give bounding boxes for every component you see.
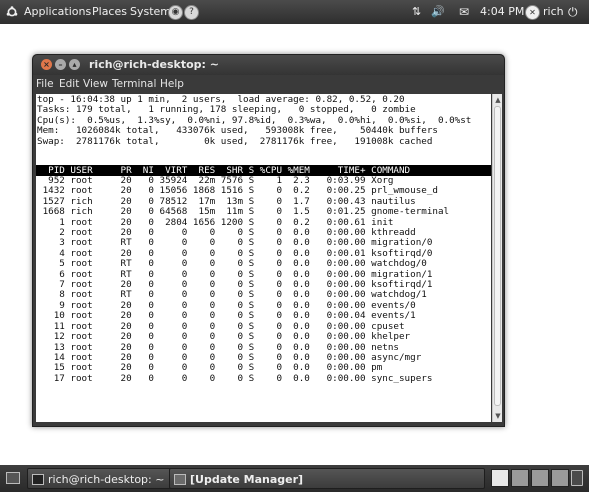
- menu-view[interactable]: View: [83, 75, 108, 93]
- workspace-2-icon[interactable]: [511, 469, 529, 487]
- desktop-screen: Applications Places System ◉ ? ⇅ 🔊 ✉ 4:0…: [0, 0, 589, 492]
- menu-applications[interactable]: Applications: [24, 0, 91, 24]
- show-desktop-icon[interactable]: [6, 472, 20, 484]
- top-summary: top - 16:04:38 up 1 min, 2 users, load a…: [37, 94, 471, 147]
- process-row: 17 root 20 0 0 0 0 S 0 0.0 0:00.00 sync_…: [37, 372, 433, 384]
- menu-terminal[interactable]: Terminal: [112, 75, 156, 93]
- ubuntu-logo-icon[interactable]: [6, 6, 18, 18]
- process-row: 12 root 20 0 0 0 0 S 0 0.0 0:00.00 khelp…: [37, 331, 411, 343]
- help-icon[interactable]: ?: [184, 5, 199, 20]
- terminal-menubar: File Edit View Terminal Help: [33, 75, 504, 93]
- workspace-switcher-icon[interactable]: [491, 469, 509, 487]
- bottom-panel: rich@rich-desktop: ~ [Update Manager]: [0, 465, 589, 492]
- taskbar-item-update-manager[interactable]: [Update Manager]: [169, 468, 485, 489]
- process-table: 952 root 20 0 35924 22m 7576 S 1 2.3 0:0…: [37, 175, 450, 384]
- menu-help[interactable]: Help: [160, 75, 184, 93]
- terminal-output[interactable]: top - 16:04:38 up 1 min, 2 users, load a…: [36, 94, 491, 422]
- scroll-up-icon[interactable]: ▲: [494, 96, 502, 104]
- workspace-3-icon[interactable]: [531, 469, 549, 487]
- menu-edit[interactable]: Edit: [59, 75, 79, 93]
- trash-icon[interactable]: [571, 470, 583, 486]
- window-title: rich@rich-desktop: ~: [89, 58, 219, 71]
- terminal-scrollbar[interactable]: ▲ ▼: [492, 94, 502, 422]
- taskbar-item-update-manager-label: [Update Manager]: [190, 473, 304, 486]
- workspace-4-icon[interactable]: [551, 469, 569, 487]
- power-icon[interactable]: ⏻: [568, 0, 578, 24]
- user-status-icon[interactable]: ✕: [525, 5, 540, 20]
- scrollbar-thumb[interactable]: [494, 106, 501, 406]
- maximize-icon[interactable]: ▴: [69, 59, 80, 70]
- globe-icon[interactable]: ◉: [168, 5, 183, 20]
- terminal-app-icon: [32, 474, 44, 485]
- menu-system[interactable]: System: [130, 0, 171, 24]
- minimize-icon[interactable]: –: [55, 59, 66, 70]
- mail-icon[interactable]: ✉: [459, 0, 469, 24]
- close-icon[interactable]: ×: [41, 59, 52, 70]
- volume-icon[interactable]: 🔊: [431, 0, 445, 24]
- terminal-window[interactable]: × – ▴ rich@rich-desktop: ~ File Edit Vie…: [32, 54, 505, 427]
- summary-line-swap: Swap: 2781176k total, 0k used, 2781176k …: [37, 135, 433, 147]
- menu-places[interactable]: Places: [92, 0, 127, 24]
- update-manager-icon: [174, 474, 186, 485]
- taskbar-item-terminal[interactable]: rich@rich-desktop: ~: [27, 468, 175, 489]
- scroll-down-icon[interactable]: ▼: [494, 412, 502, 420]
- window-titlebar[interactable]: × – ▴ rich@rich-desktop: ~: [33, 55, 504, 75]
- network-arrows-icon[interactable]: ⇅: [412, 0, 421, 24]
- top-panel: Applications Places System ◉ ? ⇅ 🔊 ✉ 4:0…: [0, 0, 589, 24]
- panel-clock[interactable]: 4:04 PM: [480, 0, 524, 24]
- panel-user-name[interactable]: rich: [543, 0, 564, 24]
- taskbar-item-terminal-label: rich@rich-desktop: ~: [48, 473, 165, 486]
- menu-file[interactable]: File: [36, 75, 54, 93]
